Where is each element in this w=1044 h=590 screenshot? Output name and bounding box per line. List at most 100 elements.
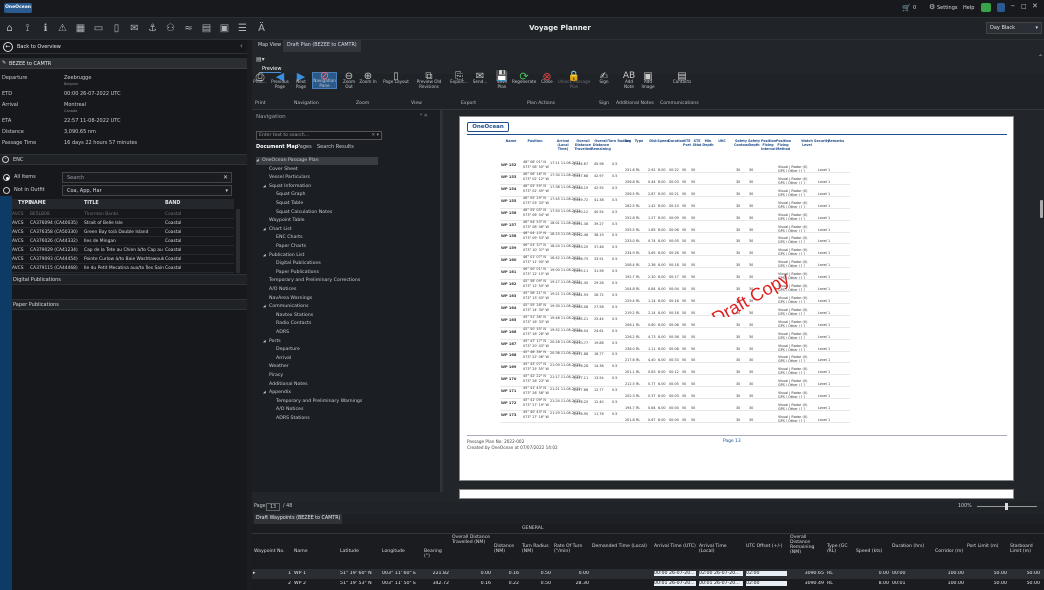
nav-tree-item[interactable]: ENC Charts: [276, 235, 303, 240]
cart-icon[interactable]: 🛒: [902, 4, 911, 12]
nav-tree-item[interactable]: Digital Publications: [276, 261, 321, 266]
user-avatar[interactable]: [997, 3, 1005, 12]
add-note-button[interactable]: AB Add Note: [620, 72, 638, 90]
table-cell[interactable]: 3090.65: [790, 571, 824, 576]
home-icon[interactable]: ⌂: [3, 22, 16, 35]
table-cell[interactable]: 00:00: [892, 571, 932, 576]
book-icon[interactable]: ▯: [110, 22, 123, 35]
column-header[interactable]: Duration (hrs): [892, 544, 932, 549]
nav-tree-item[interactable]: Vessel Particulars: [269, 175, 310, 180]
nav-tree-item[interactable]: A/O Notices: [276, 407, 303, 412]
table-cell[interactable]: 1: [254, 571, 291, 576]
nav-tree-item[interactable]: Cover Sheet: [269, 167, 298, 172]
nav-tree-item[interactable]: Navtex Stations: [276, 313, 313, 318]
unlock-passage-plan-button[interactable]: 🔒 Unlock Passage Plan: [557, 72, 591, 90]
table-cell[interactable]: 00:00 26-07-20...: [654, 571, 696, 576]
table-cell[interactable]: 02:00: [746, 571, 787, 576]
navigation-pane-button[interactable]: ⊘ Navigation Pane: [312, 70, 337, 89]
list-icon[interactable]: ☰: [236, 22, 249, 35]
zoom-in-button[interactable]: ⊕ Zoom In: [359, 72, 377, 85]
table-cell[interactable]: 0.00: [452, 571, 491, 576]
col-title[interactable]: TITLE: [84, 199, 99, 209]
table-cell[interactable]: 50.00: [967, 581, 1007, 586]
maximize-icon[interactable]: □: [1021, 3, 1027, 10]
table-cell[interactable]: 02:00: [746, 581, 787, 586]
tree-expand-icon[interactable]: ◢: [263, 304, 266, 308]
minimize-icon[interactable]: ─: [1011, 3, 1015, 10]
nav-tree-item[interactable]: Squat Information: [269, 184, 311, 189]
nav-tree-item[interactable]: Departure: [276, 347, 300, 352]
tree-expand-icon[interactable]: ◢: [256, 158, 259, 162]
route-icon[interactable]: ⟟: [21, 22, 34, 35]
pencil-icon[interactable]: ✎: [2, 60, 6, 66]
collapse-left-panel-icon[interactable]: ‹: [240, 42, 243, 50]
table-cell[interactable]: 50.00: [967, 571, 1007, 576]
zoom-out-button[interactable]: ⊖ Zoom Out: [340, 72, 358, 90]
column-header[interactable]: Bearing (°): [424, 549, 449, 559]
paper-publications-header[interactable]: ⌄ Paper Publications: [0, 299, 247, 310]
digital-publications-header[interactable]: ⌄ Digital Publications: [0, 274, 247, 285]
column-header[interactable]: Type (GC /RL): [827, 544, 853, 554]
table-cell[interactable]: 8.00: [856, 581, 889, 586]
table-cell[interactable]: 0.00: [856, 571, 889, 576]
table-cell[interactable]: 0.50: [522, 571, 551, 576]
info-icon[interactable]: ℹ: [39, 22, 52, 35]
column-header[interactable]: Waypoint No.: [254, 549, 288, 554]
column-header[interactable]: Port Limit (m): [967, 544, 1007, 549]
table-cell[interactable]: RL: [827, 581, 853, 586]
ribbon-menu-icon[interactable]: ▤▾: [256, 56, 265, 63]
nav-tree-item[interactable]: Radio Contacts: [276, 321, 311, 326]
nav-tree-item[interactable]: Additional Notes: [269, 382, 308, 387]
table-cell[interactable]: 0.16: [494, 571, 519, 576]
column-header[interactable]: Name: [294, 549, 337, 554]
table-cell[interactable]: 00:01: [892, 581, 932, 586]
table-cell[interactable]: WP 2: [294, 581, 337, 586]
nav-tree-item[interactable]: Communications: [269, 304, 308, 309]
page-input[interactable]: 13: [266, 503, 280, 511]
collapse-ribbon-icon[interactable]: ⌃: [1038, 54, 1043, 61]
tree-expand-icon[interactable]: ◢: [263, 339, 266, 343]
table-cell[interactable]: 51° 19' 53" N: [340, 581, 379, 586]
table-cell[interactable]: 0.16: [452, 581, 491, 586]
page-layout-button[interactable]: ▯ Page Layout: [383, 72, 409, 85]
nav-tree-item[interactable]: Squat Table: [276, 201, 303, 206]
tree-expand-icon[interactable]: ◢: [263, 253, 266, 257]
table-cell[interactable]: 0.50: [522, 581, 551, 586]
previous-page-button[interactable]: ◀ Previous Page: [271, 71, 289, 89]
column-header[interactable]: Overall Distance Travelled (NM): [452, 535, 491, 545]
tree-expand-icon[interactable]: ◢: [263, 390, 266, 394]
column-header[interactable]: UTC Offset (+/-): [746, 544, 787, 549]
print-button[interactable]: ⎙ Print...: [253, 71, 267, 84]
col-band[interactable]: BAND: [165, 199, 180, 209]
tab-search-results[interactable]: Search Results: [317, 144, 354, 150]
table-cell[interactable]: 342.72: [424, 581, 449, 586]
not-in-outfit-radio[interactable]: Not in Outfit: [3, 186, 61, 195]
grid-icon[interactable]: ▤: [200, 22, 213, 35]
nav-tree-item[interactable]: Appendix: [269, 390, 291, 395]
col-name[interactable]: NAME: [30, 199, 46, 209]
ruler-icon[interactable]: Ä: [255, 22, 268, 35]
nav-tree-item[interactable]: A/O Notices: [269, 287, 296, 292]
column-header[interactable]: Arrival Time (Local): [699, 544, 743, 554]
tree-expand-icon[interactable]: ◢: [263, 184, 266, 188]
table-cell[interactable]: 0.22: [494, 581, 519, 586]
add-image-button[interactable]: ▣ Add Image: [639, 72, 657, 90]
preview-old-revisions-button[interactable]: ⧉ Preview Old Revisions: [412, 72, 446, 90]
zoom-slider-thumb[interactable]: [1005, 503, 1008, 510]
nav-tree-item[interactable]: Piracy: [269, 373, 283, 378]
column-header[interactable]: Speed (kts): [856, 549, 889, 554]
crew-icon[interactable]: ⚇: [164, 22, 177, 35]
close-icon[interactable]: ✕ ▾: [371, 132, 379, 140]
chart-row[interactable]: AVCS BE5LB08 Thornton Banks Coastal: [2, 210, 234, 219]
nav-tree-item[interactable]: Publication List: [269, 253, 304, 258]
nav-tree-item[interactable]: Chart List: [269, 227, 292, 232]
send-button[interactable]: ✉ Send...: [470, 72, 490, 85]
nav-tree-item[interactable]: ADRS: [276, 330, 289, 335]
doc-scrollbar[interactable]: [1040, 200, 1043, 218]
nav-tree-item[interactable]: Squat Graph: [276, 192, 306, 197]
export-button[interactable]: ⎘ Export...: [449, 72, 469, 85]
sign-button[interactable]: ✍ Sign: [596, 72, 612, 85]
chart-row[interactable]: AVCS CA376026 (CA44332) Iles de Mingan Coas…: [2, 237, 234, 246]
chart-row[interactable]: AVCS CA376358 (CA50330) Green Bay to/à Dou…: [2, 228, 234, 237]
nav-tree-item[interactable]: Waypoint Table: [269, 218, 305, 223]
